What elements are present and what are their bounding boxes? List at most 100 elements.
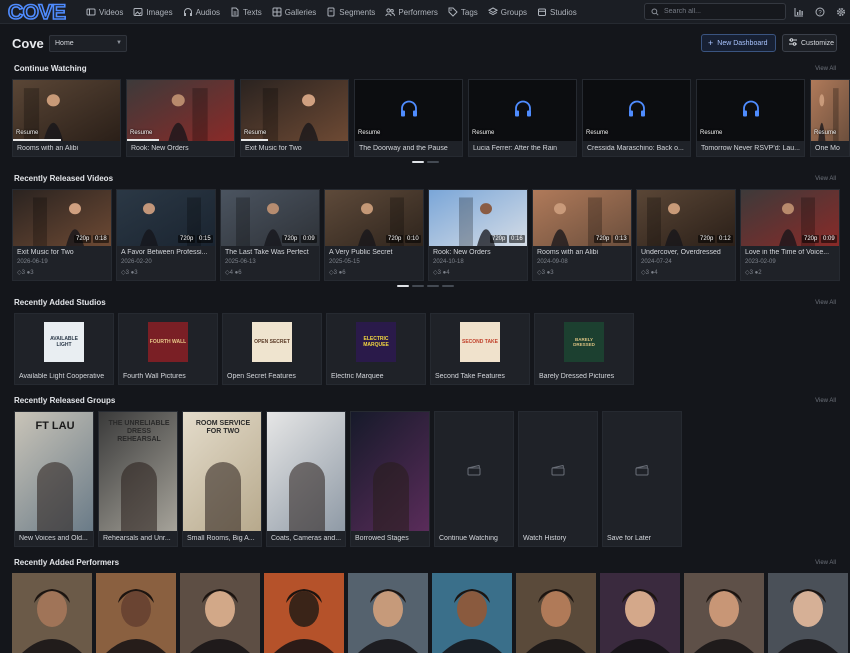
nav-label: Segments (339, 7, 376, 17)
group-card[interactable]: Coats, Cameras and... (266, 411, 346, 547)
dashboard-select-value: Home (55, 40, 74, 47)
resolution-badge: 720p (282, 235, 300, 243)
nav-item-segments[interactable]: Segments (326, 0, 381, 24)
studio-card[interactable]: BARELY DRESSED Barely Dressed Pictures (534, 313, 634, 385)
svg-text:COVE: COVE (8, 1, 66, 23)
group-card[interactable]: Watch History (518, 411, 598, 547)
studio-card[interactable]: OPEN SECRET Open Secret Features (222, 313, 322, 385)
studio-card[interactable]: AVAILABLE LIGHT Available Light Cooperati… (14, 313, 114, 385)
group-name: Small Rooms, Big A... (187, 535, 255, 542)
video-card[interactable]: 720p 0:09 Love in the Time of Voice... 2023… (740, 189, 840, 281)
carousel-dot[interactable] (427, 285, 439, 287)
carousel-dot[interactable] (412, 161, 424, 163)
section-title-groups: Recently Released Groups (14, 396, 116, 405)
card-title: A Favor Between Professi... (121, 249, 208, 256)
nav-item-tags[interactable]: Tags (448, 0, 484, 24)
users-icon (385, 7, 396, 17)
continue-watching-card[interactable]: Resume Cressida Maraschino: Back o... (582, 79, 691, 157)
nav-item-texts[interactable]: Texts (230, 0, 268, 24)
group-card[interactable]: ROOM SERVICE FOR TWO Small Rooms, Big A..… (182, 411, 262, 547)
carousel-dot[interactable] (397, 285, 409, 287)
dashboard-select[interactable]: Home ▼ (49, 35, 127, 52)
performer-card[interactable] (684, 573, 764, 653)
main-nav: Videos Images Audios Texts Galleries Segments… (86, 0, 587, 24)
studio-card[interactable]: ELECTRIC MARQUEE Electric Marquee (326, 313, 426, 385)
brand-logo[interactable]: COVE (8, 1, 70, 23)
continue-watching-card[interactable]: Resume Exit Music for Two (240, 79, 349, 157)
group-name: Rehearsals and Unr... (103, 535, 171, 542)
release-date: 2024-09-08 (537, 259, 568, 265)
stats-icon[interactable] (789, 7, 809, 17)
studio-card[interactable]: FOURTH WALL Fourth Wall Pictures (118, 313, 218, 385)
performer-card[interactable] (348, 573, 428, 653)
duration-badge: 0:18 (93, 235, 109, 243)
card-stats: ◇3 ●4 (641, 269, 658, 276)
search-box[interactable] (644, 3, 786, 20)
view-all-recent-videos[interactable]: View All (815, 176, 836, 182)
nav-label: Videos (99, 7, 124, 17)
studio-card[interactable]: SECOND TAKE Second Take Features (430, 313, 530, 385)
video-card[interactable]: 720p 0:09 The Last Take Was Perfect 2025-06… (220, 189, 320, 281)
video-card[interactable]: 720p 0:10 A Very Public Secret 2025-05-15 ◇3… (324, 189, 424, 281)
continue-watching-card[interactable]: Resume Rooms with an Alibi (12, 79, 121, 157)
customize-label: Customize (801, 39, 835, 47)
performer-card[interactable] (264, 573, 344, 653)
group-cover: FT LAU (15, 412, 93, 531)
continue-watching-card[interactable]: Resume The Doorway and the Pause (354, 79, 463, 157)
performer-card[interactable] (600, 573, 680, 653)
video-card[interactable]: 720p 0:18 Exit Music for Two 2026-06-19 ◇3 ●… (12, 189, 112, 281)
performer-card[interactable] (516, 573, 596, 653)
continue-watching-card[interactable]: Resume Rook: New Orders (126, 79, 235, 157)
person-count: 3 (134, 270, 138, 276)
studio-name: Open Secret Features (227, 373, 296, 380)
view-all-studios[interactable]: View All (815, 300, 836, 306)
video-card[interactable]: 720p 0:13 Rooms with an Alibi 2024-09-08 ◇3 … (532, 189, 632, 281)
duration-badge: 0:09 (301, 235, 317, 243)
performer-card[interactable] (96, 573, 176, 653)
carousel-dot[interactable] (442, 285, 454, 287)
new-dashboard-label: New Dashboard (717, 39, 768, 47)
continue-watching-card[interactable]: Resume One Mo (810, 79, 850, 157)
group-card[interactable]: Borrowed Stages (350, 411, 430, 547)
resume-label: Resume (472, 130, 495, 136)
group-card[interactable]: Continue Watching (434, 411, 514, 547)
continue-watching-card[interactable]: Resume Lucia Ferrer: After the Rain (468, 79, 577, 157)
video-card[interactable]: 720p 0:12 Undercover, Overdressed 2024-07-2… (636, 189, 736, 281)
performer-card[interactable] (432, 573, 512, 653)
search-input[interactable] (664, 8, 774, 15)
tag-count: 3 (125, 270, 129, 276)
performer-card[interactable] (180, 573, 260, 653)
new-dashboard-button[interactable]: + New Dashboard (701, 34, 776, 52)
clapperboard-icon (551, 463, 565, 481)
nav-item-performers[interactable]: Performers (385, 0, 444, 24)
nav-item-studios[interactable]: Studios (537, 0, 583, 24)
nav-item-groups[interactable]: Groups (487, 0, 533, 24)
group-card[interactable]: FT LAU New Voices and Old... (14, 411, 94, 547)
nav-item-galleries[interactable]: Galleries (272, 0, 323, 24)
duration-badge: 0:09 (821, 235, 837, 243)
performer-card[interactable] (12, 573, 92, 653)
group-card[interactable]: THE UNRELIABLE DRESS REHEARSAL Rehearsals… (98, 411, 178, 547)
view-all-continue-watching[interactable]: View All (815, 66, 836, 72)
carousel-dot[interactable] (427, 161, 439, 163)
customize-button[interactable]: Customize (782, 34, 837, 52)
carousel-dot[interactable] (412, 285, 424, 287)
continue-watching-card[interactable]: Resume Tomorrow Never RSVP'd: Lau... (696, 79, 805, 157)
video-card[interactable]: 720p 0:16 Rook: New Orders 2024-10-18 ◇3 ●4 (428, 189, 528, 281)
performer-card[interactable] (768, 573, 848, 653)
nav-item-images[interactable]: Images (133, 0, 178, 24)
nav-item-videos[interactable]: Videos (86, 0, 129, 24)
video-card[interactable]: 720p 0:15 A Favor Between Professi... 2026-… (116, 189, 216, 281)
plus-icon: + (708, 38, 714, 48)
help-icon[interactable]: ? (810, 7, 830, 17)
view-all-groups[interactable]: View All (815, 398, 836, 404)
card-stats: ◇3 ●3 (121, 269, 138, 276)
nav-label: Texts (243, 7, 262, 17)
group-card[interactable]: Save for Later (602, 411, 682, 547)
performer-photo (432, 573, 512, 653)
nav-item-audios[interactable]: Audios (183, 0, 226, 24)
card-stats: ◇3 ●3 (17, 269, 34, 276)
settings-icon[interactable] (831, 7, 850, 17)
view-all-performers[interactable]: View All (815, 560, 836, 566)
resolution-badge: 720p (698, 235, 716, 243)
